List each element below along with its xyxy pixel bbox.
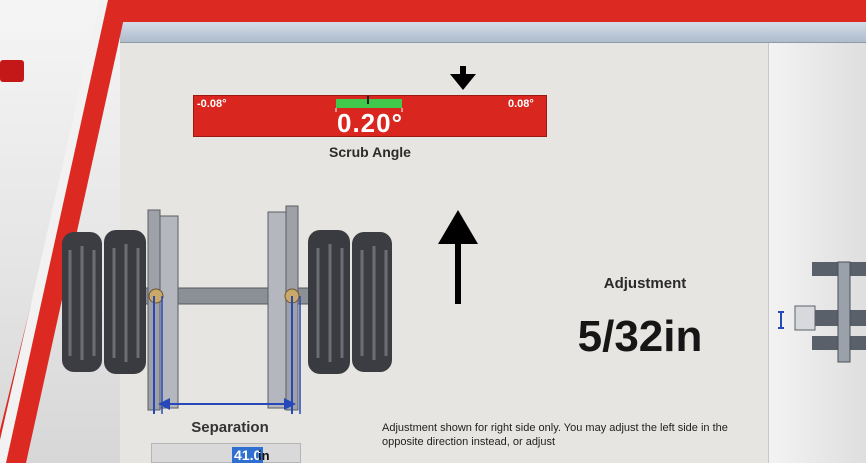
thumbnail-axle-diagram-icon bbox=[778, 261, 866, 363]
